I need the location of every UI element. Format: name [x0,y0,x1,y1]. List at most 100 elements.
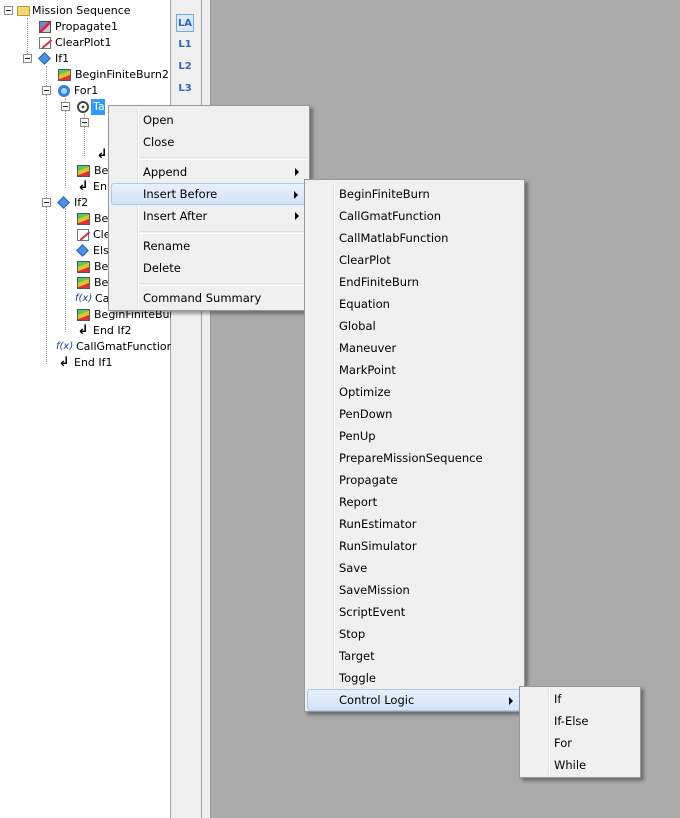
menu-item-command[interactable]: Target [307,645,522,667]
tree-item-label: Els [93,244,109,257]
menu-item-append[interactable]: Append [111,161,307,183]
level-1-button[interactable]: L1 [176,36,194,54]
menu-item-insert-after[interactable]: Insert After [111,205,307,227]
menu-item-command[interactable]: MarkPoint [307,359,522,381]
tree-item-else[interactable]: Els [75,243,109,259]
menu-item-command[interactable]: Equation [307,293,522,315]
tree-item-for1[interactable]: For1 [56,83,98,99]
tree-item-end-if2[interactable]: ↲ End If2 [75,323,132,339]
menu-separator [139,283,307,286]
menu-item-command[interactable]: BeginFiniteBurn [307,183,522,205]
menu-item-command[interactable]: CallMatlabFunction [307,227,522,249]
submenu-arrow-icon [295,168,299,176]
tree-item-if2[interactable]: If2 [56,195,88,211]
menu-item-command[interactable]: ScriptEvent [307,601,522,623]
tree-item-beginburn[interactable]: Be [75,259,108,275]
menu-item-command[interactable]: RunSimulator [307,535,522,557]
menu-item-command-summary[interactable]: Command Summary [111,287,307,309]
menu-item-command[interactable]: ClearPlot [307,249,522,271]
tree-item-callgmatfunction2[interactable]: f(x) CallGmatFunction2 [56,339,181,355]
for-loop-icon [56,83,72,99]
clearplot-icon [39,37,51,49]
menu-item-command[interactable]: Save [307,557,522,579]
propagate-icon [39,21,51,33]
function-icon: f(x) [75,293,93,304]
menu-item-command[interactable]: Propagate [307,469,522,491]
tree-expander[interactable] [42,86,51,95]
menu-item-command[interactable]: PenUp [307,425,522,447]
tree-expander[interactable] [23,54,32,63]
tree-item-label: En [93,180,107,193]
menu-item-if[interactable]: If [522,688,638,710]
tree-item-propagate1[interactable]: Propagate1 [37,19,118,35]
function-icon: f(x) [56,341,74,352]
tree-item-beginfiniteburn2[interactable]: BeginFiniteBurn2 [56,67,169,83]
tree-item-callfunction[interactable]: f(x) Ca [75,291,109,307]
tree-item-target[interactable]: Ta [75,99,105,115]
context-menu: Open Close Append Insert Before Insert A… [108,105,310,311]
menu-item-command[interactable]: Maneuver [307,337,522,359]
menu-item-command[interactable]: EndFiniteBurn [307,271,522,293]
insert-before-submenu: BeginFiniteBurn CallGmatFunction CallMat… [304,179,525,712]
tree-item-label: Be [94,212,109,225]
finite-burn-icon [77,309,90,321]
finite-burn-icon [77,277,90,289]
tree-item-clearplot[interactable]: Cle [75,227,111,243]
menu-item-command[interactable]: Optimize [307,381,522,403]
menu-item-command[interactable]: Global [307,315,522,337]
menu-item-command[interactable]: PrepareMissionSequence [307,447,522,469]
menu-item-command[interactable]: Report [307,491,522,513]
tree-item-mission-sequence[interactable]: Mission Sequence [17,3,131,19]
tree-item-endfor[interactable]: ↲ En [75,179,107,195]
folder-icon [17,6,30,16]
submenu-arrow-icon [295,212,299,220]
if-diamond-icon [75,243,91,259]
end-arrow-icon: ↲ [77,323,89,338]
submenu-arrow-icon [509,697,513,705]
if-diamond-icon [37,51,53,67]
tree-item-end-if1[interactable]: ↲ End If1 [56,355,113,371]
menu-item-command[interactable]: PenDown [307,403,522,425]
menu-item-while[interactable]: While [522,754,638,776]
level-2-button[interactable]: L2 [176,58,194,76]
level-3-button[interactable]: L3 [176,80,194,98]
tree-expander[interactable] [42,198,51,207]
menu-item-command[interactable]: SaveMission [307,579,522,601]
tree-item-beginburn[interactable]: Be [75,211,108,227]
menu-item-close[interactable]: Close [111,131,307,153]
finite-burn-icon [58,69,71,81]
tree-item-beginburn[interactable]: Be [75,275,108,291]
menu-item-insert-before[interactable]: Insert Before [111,183,307,205]
menu-item-command[interactable]: CallGmatFunction [307,205,522,227]
tree-item-label: End If2 [93,324,132,337]
if-diamond-icon [56,195,72,211]
tree-item-if1[interactable]: If1 [37,51,69,67]
tree-item-label: ClearPlot1 [55,36,112,49]
menu-item-rename[interactable]: Rename [111,235,307,257]
menu-item-delete[interactable]: Delete [111,257,307,279]
menu-item-command[interactable]: Toggle [307,667,522,689]
tree-item-clearplot1[interactable]: ClearPlot1 [37,35,112,51]
finite-burn-icon [77,213,90,225]
menu-item-label: Append [143,165,188,179]
tree-expander[interactable] [61,102,70,111]
tree-item-beginburn[interactable]: Be [75,163,108,179]
menu-item-command[interactable]: Stop [307,623,522,645]
level-all-button[interactable]: LA [176,14,194,32]
tree-item-label: For1 [74,84,99,97]
menu-item-control-logic[interactable]: Control Logic [307,689,522,711]
tree-item-label: Propagate1 [55,20,118,33]
menu-item-for[interactable]: For [522,732,638,754]
menu-item-if-else[interactable]: If-Else [522,710,638,732]
menu-separator [139,231,307,234]
menu-item-label: Insert After [143,209,208,223]
menu-item-command[interactable]: RunEstimator [307,513,522,535]
tree-connector-line [65,208,66,332]
tree-item-label: Ca [95,292,110,305]
target-icon [75,99,91,115]
tree-expander[interactable] [4,6,13,15]
tree-item-label: Mission Sequence [32,4,131,17]
menu-item-open[interactable]: Open [111,109,307,131]
tree-item-label: If1 [55,52,70,65]
tree-expander[interactable] [80,118,89,127]
